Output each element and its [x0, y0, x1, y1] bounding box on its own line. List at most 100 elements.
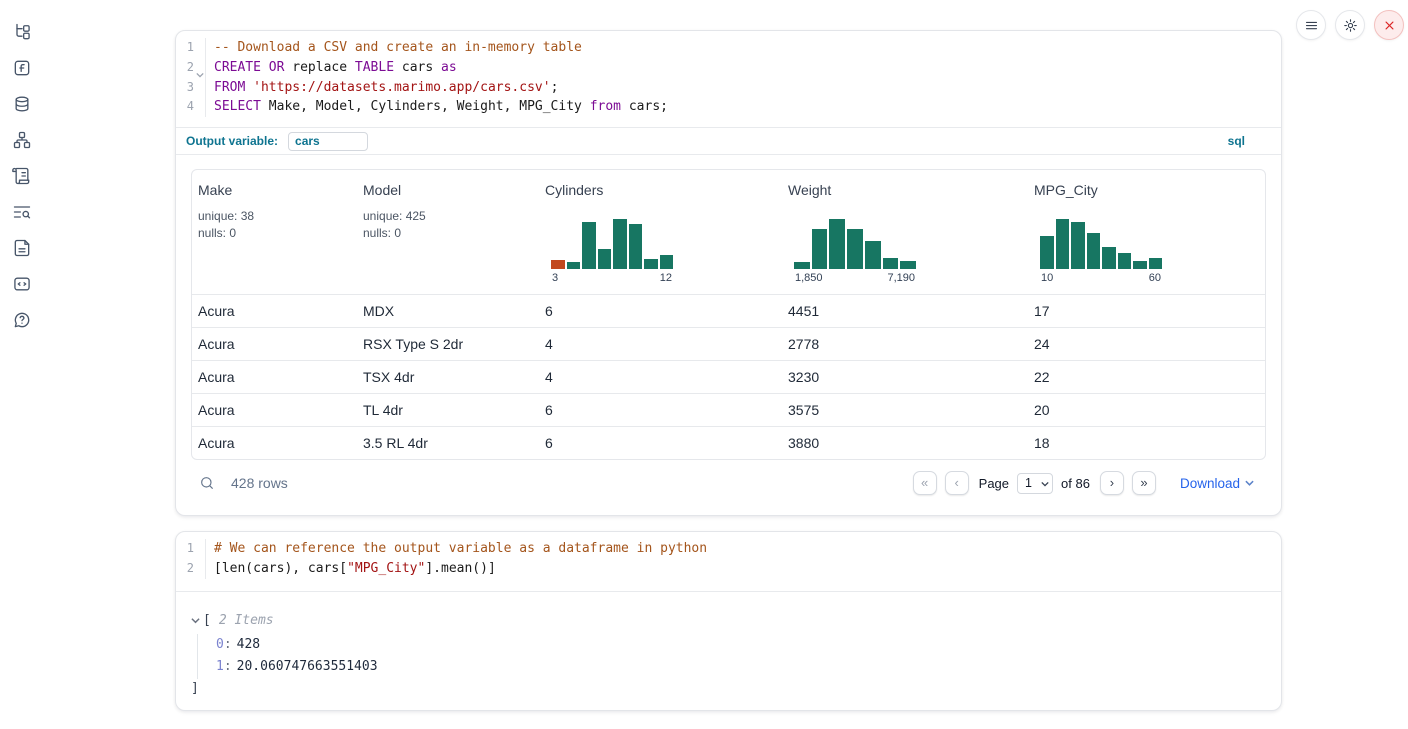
column-header[interactable]: Weight 1,850 7,190 [782, 170, 1028, 294]
close-bracket: ] [191, 679, 1281, 699]
column-header[interactable]: Cylinders 3 12 [539, 170, 782, 294]
last-page-button[interactable]: » [1132, 471, 1156, 495]
table-row: AcuraRSX Type S 2dr4277824 [192, 327, 1265, 360]
search-icon[interactable] [199, 475, 215, 491]
table-cell: 18 [1028, 435, 1266, 451]
item-value: 20.060747663551403 [237, 659, 378, 674]
line-number: 3 [176, 78, 206, 98]
code-text: FROM 'https://datasets.marimo.app/cars.c… [206, 78, 558, 98]
histogram-bar [1087, 233, 1101, 269]
histogram-bar [794, 262, 810, 269]
next-page-button[interactable]: › [1100, 471, 1124, 495]
notebook-controls [1296, 10, 1404, 40]
collapse-chevron-icon[interactable] [191, 617, 200, 624]
histogram: 10 60 [1040, 219, 1162, 284]
histogram-bar [551, 260, 565, 269]
python-code-editor[interactable]: 1# We can reference the output variable … [176, 532, 1281, 592]
dependency-graph-icon[interactable] [12, 130, 32, 150]
output-variable-label: Output variable: [186, 134, 278, 148]
sql-code-editor[interactable]: 1-- Download a CSV and create an in-memo… [176, 31, 1281, 127]
code-text: [len(cars), cars["MPG_City"].mean()] [206, 559, 496, 579]
column-header[interactable]: Makeunique: 38nulls: 0 [192, 170, 357, 294]
code-line: 2CREATE OR replace TABLE cars as [176, 58, 1281, 78]
sql-output-area: Makeunique: 38nulls: 0 Model unique: 425 nu… [176, 169, 1281, 502]
column-title: Model [363, 182, 533, 198]
tree-root: [ 2 Items [191, 613, 1281, 629]
table-cell: Acura [192, 435, 357, 451]
code-snippet-icon[interactable] [12, 274, 32, 294]
line-number: 1 [176, 38, 206, 58]
menu-button[interactable] [1296, 10, 1326, 40]
page-total: of 86 [1061, 476, 1090, 491]
database-icon[interactable] [12, 94, 32, 114]
column-title: Weight [788, 182, 1022, 198]
separator: : [224, 659, 232, 674]
table-cell: 3575 [782, 402, 1028, 418]
axis-min-label: 1,850 [795, 272, 823, 284]
column-title: Cylinders [545, 182, 776, 198]
code-text: CREATE OR replace TABLE cars as [206, 58, 457, 78]
histogram: 1,850 7,190 [794, 219, 916, 284]
stat-line: nulls: 0 [198, 225, 351, 242]
axis-min-label: 10 [1041, 272, 1053, 284]
line-number: 2 [176, 559, 206, 579]
table-cell: 3230 [782, 369, 1028, 385]
table-cell: 6 [539, 435, 782, 451]
code-line: 4SELECT Make, Model, Cylinders, Weight, … [176, 97, 1281, 117]
help-chat-icon[interactable] [12, 310, 32, 330]
document-icon[interactable] [12, 238, 32, 258]
histogram-bar [1102, 247, 1116, 269]
sql-cell: 1-- Download a CSV and create an in-memo… [175, 30, 1282, 516]
table-cell: 22 [1028, 369, 1266, 385]
axis-max-label: 7,190 [887, 272, 915, 284]
axis-min-label: 3 [552, 272, 558, 284]
item-index: 0 [216, 637, 224, 652]
table-cell: 17 [1028, 303, 1266, 319]
shutdown-button[interactable] [1374, 10, 1404, 40]
histogram-bar [1133, 261, 1147, 269]
open-bracket: [ [203, 613, 211, 628]
axis-max-label: 12 [660, 272, 672, 284]
settings-button[interactable] [1335, 10, 1365, 40]
python-cell: 1# We can reference the output variable … [175, 531, 1282, 711]
table-row: AcuraMDX6445117 [192, 294, 1265, 327]
histogram-bars [794, 219, 916, 269]
column-header[interactable]: Modelunique: 425nulls: 0 [357, 170, 539, 294]
text-search-icon[interactable] [12, 202, 32, 222]
histogram-bar [1071, 222, 1085, 269]
table-cell: Acura [192, 369, 357, 385]
function-icon[interactable] [12, 58, 32, 78]
first-page-button[interactable]: « [913, 471, 937, 495]
column-header[interactable]: MPG_City 10 60 [1028, 170, 1266, 294]
table-cell: Acura [192, 336, 357, 352]
histogram-bar [629, 224, 643, 269]
table-cell: 24 [1028, 336, 1266, 352]
close-icon [1382, 18, 1397, 33]
line-number: 1 [176, 539, 206, 559]
prev-page-button[interactable]: ‹ [945, 471, 969, 495]
page-select-wrap: 1 [1017, 473, 1053, 494]
histogram-bar [1118, 253, 1132, 269]
stat-line: unique: 425 [363, 208, 533, 225]
histogram-bar [1040, 236, 1054, 269]
page-select[interactable]: 1 [1017, 473, 1053, 494]
histogram-bar [598, 249, 612, 269]
row-count: 428 rows [231, 475, 288, 491]
table-cell: TSX 4dr [357, 369, 539, 385]
table-cell: TL 4dr [357, 402, 539, 418]
download-button[interactable]: Download [1180, 476, 1254, 491]
table-cell: 6 [539, 402, 782, 418]
histogram-bar [582, 222, 596, 269]
table-cell: MDX [357, 303, 539, 319]
histogram-axis-labels: 1,850 7,190 [794, 272, 916, 284]
column-title: MPG_City [1034, 182, 1260, 198]
column-stats: unique: 38nulls: 0 [198, 208, 351, 242]
file-tree-icon[interactable] [12, 22, 32, 42]
gear-icon [1343, 18, 1358, 33]
axis-max-label: 60 [1149, 272, 1161, 284]
scroll-icon[interactable] [12, 166, 32, 186]
code-text: # We can reference the output variable a… [206, 539, 707, 559]
tree-entries: 0:4281:20.060747663551403 [197, 634, 1281, 679]
output-variable-input[interactable] [288, 132, 368, 151]
table-header-row: Makeunique: 38nulls: 0 Model unique: 425 nu… [192, 170, 1265, 294]
